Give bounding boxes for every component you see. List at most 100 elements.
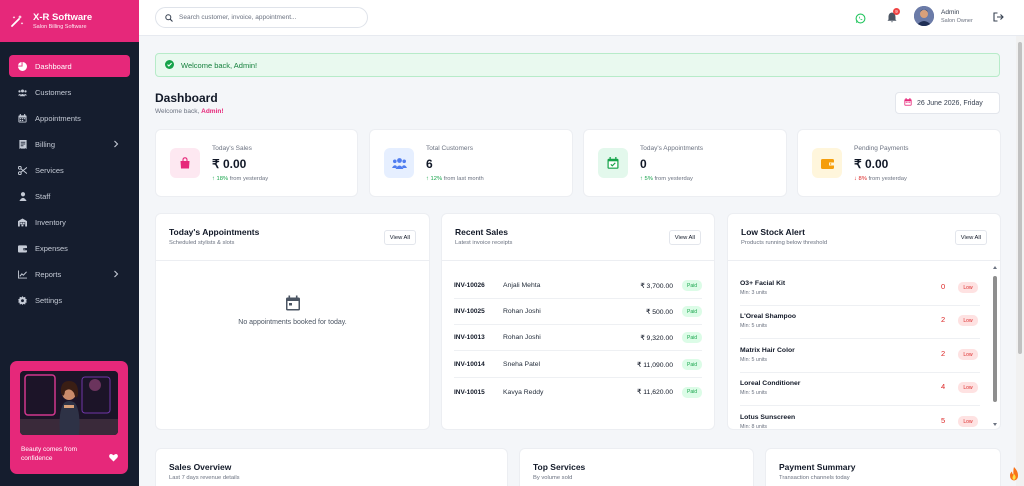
stat-value: ₹ 0.00 xyxy=(212,157,247,171)
view-all-button[interactable]: View All xyxy=(954,230,987,245)
product-name: Matrix Hair Color xyxy=(740,347,795,354)
whatsapp-icon[interactable] xyxy=(854,12,866,24)
sidebar-item-appointments[interactable]: Appointments xyxy=(9,107,130,129)
table-row[interactable]: INV-10026 Anjali Mehta ₹ 3,700.00 Paid xyxy=(454,273,702,299)
product-name: O3+ Facial Kit xyxy=(740,280,786,287)
invoice-id: INV-10026 xyxy=(454,282,485,289)
stat-value: ₹ 0.00 xyxy=(854,157,889,171)
magic-wand-icon xyxy=(9,13,25,29)
promo-card[interactable]: Beauty comes from confidence xyxy=(10,361,128,474)
list-item[interactable]: L'Oreal Shampoo Min: 5 units 2 Low xyxy=(740,306,980,339)
user-icon xyxy=(18,191,27,201)
search-input[interactable] xyxy=(179,14,359,21)
sidebar-item-billing[interactable]: Billing xyxy=(9,133,130,155)
search-box[interactable] xyxy=(155,7,368,28)
stat-label: Today's Appointments xyxy=(640,145,704,152)
welcome-alert: Welcome back, Admin! xyxy=(155,53,1000,77)
check-circle-icon xyxy=(165,59,174,71)
gear-icon xyxy=(18,295,27,305)
user-role: Salon Owner xyxy=(941,18,973,24)
page-subtitle: Welcome back, Admin! xyxy=(155,108,224,115)
sidebar-item-staff[interactable]: Staff xyxy=(9,185,130,207)
flame-icon[interactable] xyxy=(1008,467,1020,481)
product-min: Min: 8 units xyxy=(740,424,768,430)
search-icon xyxy=(165,9,173,27)
sidebar-item-settings[interactable]: Settings xyxy=(9,289,130,311)
card-title: Recent Sales xyxy=(455,227,508,237)
card-subtitle: Transaction channels today xyxy=(779,475,850,481)
sidebar-item-dashboard[interactable]: Dashboard xyxy=(9,55,130,77)
table-row[interactable]: INV-10025 Rohan Joshi ₹ 500.00 Paid xyxy=(454,299,702,325)
sidebar-item-label: Reports xyxy=(35,269,62,279)
divider xyxy=(442,260,714,261)
customer-name: Rohan Joshi xyxy=(503,334,541,341)
stat-change: ↑ 18% from yesterday xyxy=(212,176,269,182)
product-qty: 4 xyxy=(941,382,946,391)
stat-card-sales[interactable]: Today's Sales ₹ 0.00 ↑ 18% from yesterda… xyxy=(155,129,358,197)
list-item[interactable]: Lotus Sunscreen Min: 8 units 5 Low xyxy=(740,407,980,430)
top-services-card: Top Services By volume sold xyxy=(519,448,754,486)
stat-card-customers[interactable]: Total Customers 6 ↑ 12% from last month xyxy=(369,129,573,197)
sidebar-item-inventory[interactable]: Inventory xyxy=(9,211,130,233)
brand-header[interactable]: X-R Software Salon Billing Software xyxy=(0,0,139,42)
view-all-button[interactable]: View All xyxy=(383,230,416,245)
product-qty: 5 xyxy=(941,416,946,425)
view-all-button[interactable]: View All xyxy=(668,230,701,245)
logout-icon[interactable] xyxy=(992,11,1004,23)
list-item[interactable]: O3+ Facial Kit Min: 3 units 0 Low xyxy=(740,273,980,306)
wallet-icon xyxy=(812,148,842,178)
card-subtitle: By volume sold xyxy=(533,475,573,481)
card-subtitle: Last 7 days revenue details xyxy=(169,475,240,481)
card-title: Sales Overview xyxy=(169,462,232,472)
page-title: Dashboard xyxy=(155,91,218,105)
product-qty: 2 xyxy=(941,349,946,358)
amount: ₹ 11,620.00 xyxy=(637,389,673,396)
sales-overview-card: Sales Overview Last 7 days revenue detai… xyxy=(155,448,508,486)
heart-icon[interactable] xyxy=(109,449,118,462)
stat-card-appointments[interactable]: Today's Appointments 0 ↑ 5% from yesterd… xyxy=(583,129,787,197)
table-row[interactable]: INV-10015 Kavya Reddy ₹ 11,620.00 Paid xyxy=(454,379,702,405)
card-scrollbar[interactable] xyxy=(992,264,998,428)
appointments-card: Today's Appointments Scheduled stylists … xyxy=(155,213,430,430)
sidebar-item-services[interactable]: Services xyxy=(9,159,130,181)
avatar[interactable] xyxy=(914,6,934,26)
status-badge: Low xyxy=(958,416,978,427)
sidebar-item-expenses[interactable]: Expenses xyxy=(9,237,130,259)
page-scrollbar-thumb[interactable] xyxy=(1018,42,1022,354)
product-name: L'Oreal Shampoo xyxy=(740,313,797,320)
users-icon xyxy=(384,148,414,178)
warehouse-icon xyxy=(18,217,27,227)
sidebar-item-label: Customers xyxy=(35,87,72,97)
invoice-id: INV-10015 xyxy=(454,388,485,396)
table-row[interactable]: INV-10014 Sneha Patel ₹ 11,090.00 Paid xyxy=(454,352,702,378)
list-item[interactable]: Matrix Hair Color Min: 5 units 2 Low xyxy=(740,340,980,373)
product-min: Min: 5 units xyxy=(740,390,768,396)
amount: ₹ 3,700.00 xyxy=(640,282,673,290)
empty-state-text: No appointments booked for today. xyxy=(238,319,347,326)
divider xyxy=(156,260,429,261)
stat-value: 0 xyxy=(640,157,647,171)
date-display[interactable]: 26 June 2026, Friday xyxy=(895,92,1000,114)
invoice-id: INV-10025 xyxy=(454,308,485,315)
stat-change: ↑ 5% from yesterday xyxy=(640,176,693,182)
sidebar-item-label: Settings xyxy=(35,295,63,305)
sidebar-item-reports[interactable]: Reports xyxy=(9,263,130,285)
card-scrollbar-thumb[interactable] xyxy=(993,276,997,402)
product-min: Min: 5 units xyxy=(740,323,768,329)
product-min: Min: 5 units xyxy=(740,357,768,363)
product-qty: 2 xyxy=(941,315,946,324)
invoice-id: INV-10014 xyxy=(454,361,485,368)
card-subtitle: Scheduled stylists & slots xyxy=(169,240,235,246)
bell-icon[interactable]: 9 xyxy=(886,8,900,23)
status-badge: Low xyxy=(958,382,978,393)
low-stock-card: Low Stock Alert Products running below t… xyxy=(727,213,1001,430)
customer-name: Rohan Joshi xyxy=(503,308,541,315)
stat-card-pending[interactable]: Pending Payments ₹ 0.00 ↓ 8% from yester… xyxy=(797,129,1001,197)
table-row[interactable]: INV-10013 Rohan Joshi ₹ 9,320.00 Paid xyxy=(454,325,702,351)
page-scrollbar[interactable] xyxy=(1016,36,1024,486)
status-badge: Low xyxy=(958,315,978,326)
stat-change: ↑ 12% from last month xyxy=(426,176,484,182)
customer-name: Anjali Mehta xyxy=(503,282,541,289)
list-item[interactable]: Loreal Conditioner Min: 5 units 4 Low xyxy=(740,373,980,406)
sidebar-item-customers[interactable]: Customers xyxy=(9,81,130,103)
